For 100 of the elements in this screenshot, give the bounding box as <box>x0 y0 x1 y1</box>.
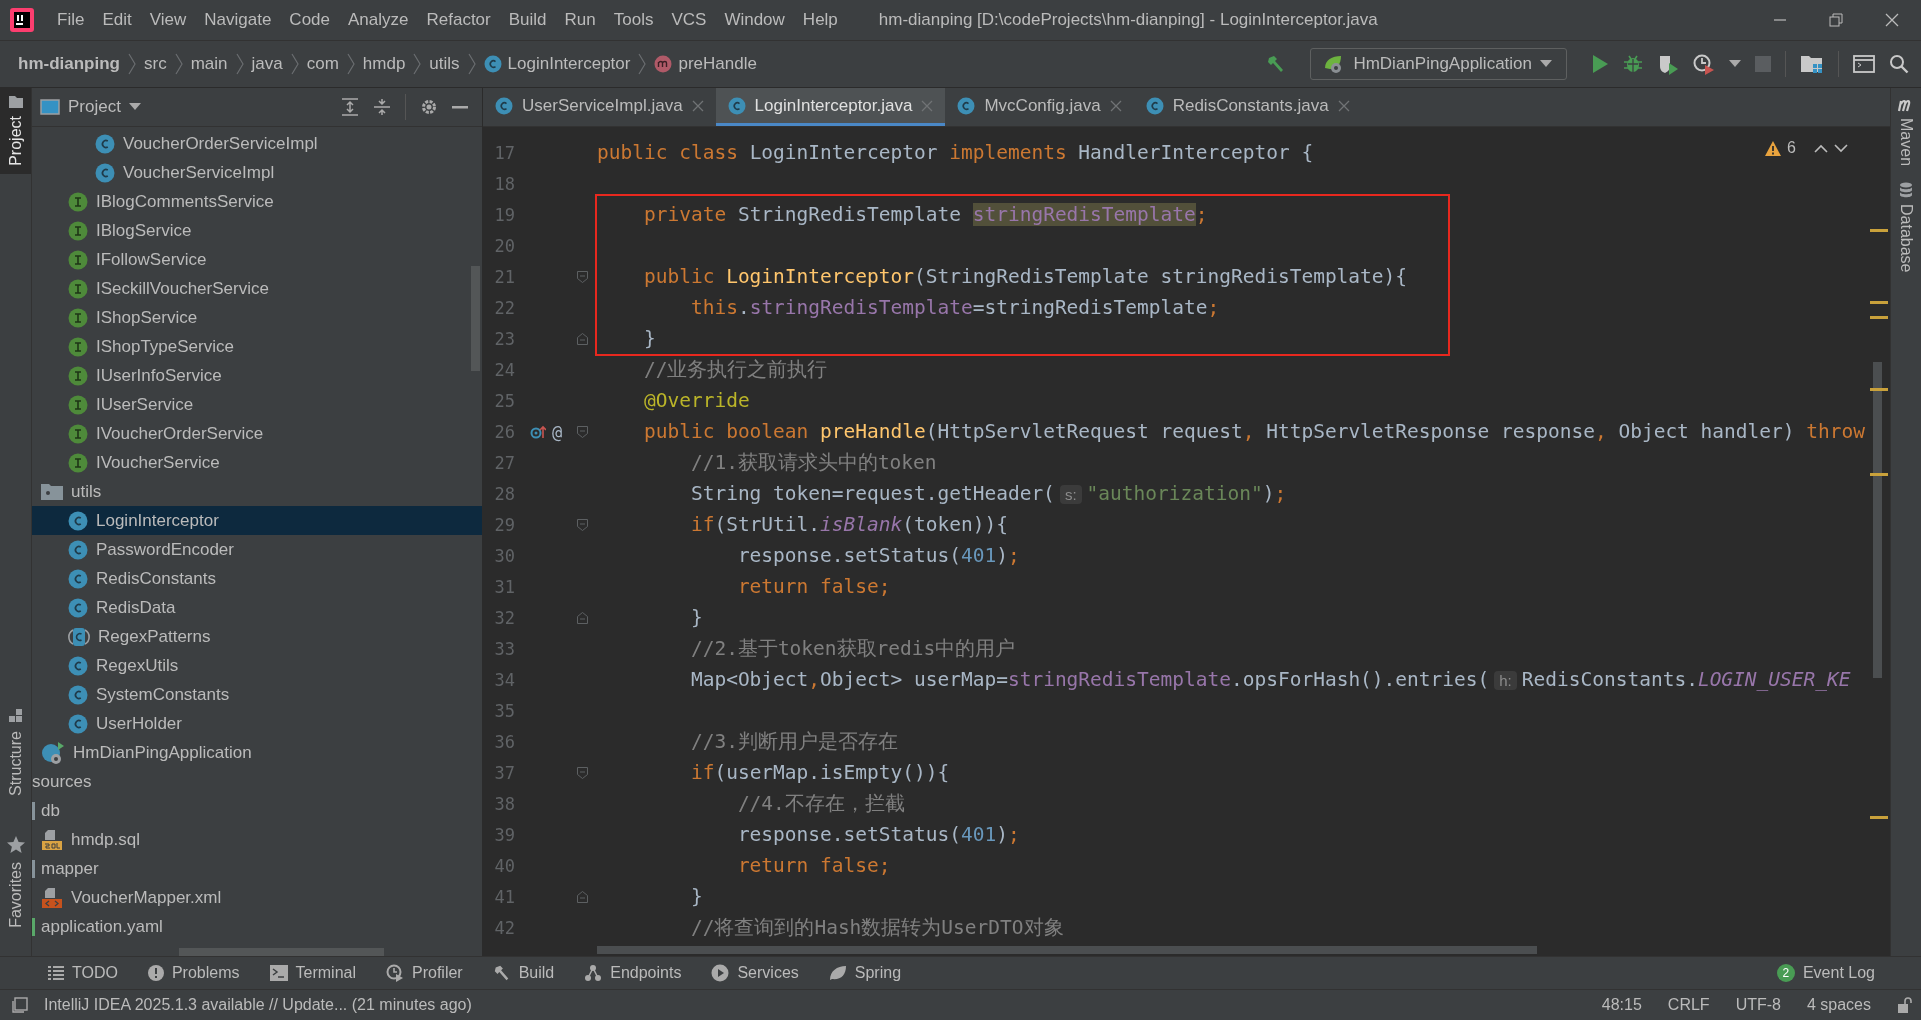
fold-icon[interactable] <box>577 270 588 283</box>
tree-item[interactable]: RedisData <box>32 593 482 622</box>
tree-item[interactable]: VoucherOrderServiceImpl <box>32 129 482 158</box>
collapse-all-icon[interactable] <box>373 98 391 116</box>
breadcrumb-item[interactable]: LoginInterceptor <box>483 54 631 74</box>
menu-item[interactable]: Code <box>280 5 339 35</box>
menu-item[interactable]: Edit <box>93 5 141 35</box>
tree-item[interactable]: IUserService <box>32 390 482 419</box>
tree-item[interactable]: IShopTypeService <box>32 332 482 361</box>
tree-item[interactable]: IUserInfoService <box>32 361 482 390</box>
scrollbar[interactable] <box>1873 362 1882 678</box>
editor-tab[interactable]: UserServiceImpl.java <box>483 88 716 126</box>
tree-item[interactable]: HmDianPingApplication <box>32 738 482 767</box>
tool-window-button[interactable]: Build <box>492 964 555 982</box>
status-message[interactable]: IntelliJ IDEA 2025.1.3 available // Update... (21 minutes ago) <box>44 996 472 1014</box>
tree-item[interactable]: IVoucherService <box>32 448 482 477</box>
menu-item[interactable]: Tools <box>604 5 663 35</box>
tree-item[interactable]: PasswordEncoder <box>32 535 482 564</box>
tree-item[interactable]: IVoucherOrderService <box>32 419 482 448</box>
editor-tab[interactable]: RedisConstants.java <box>1133 88 1362 126</box>
warning-icon[interactable] <box>1765 140 1782 156</box>
lock-icon[interactable] <box>1897 997 1913 1013</box>
tool-window-tab[interactable]: Structure <box>0 701 31 805</box>
tree-item[interactable]: application.yaml <box>32 912 482 941</box>
tool-window-button[interactable]: Endpoints <box>584 964 682 982</box>
tool-window-button[interactable]: Profiler <box>386 964 463 982</box>
tool-window-tab[interactable]: Database <box>1891 182 1921 273</box>
breadcrumb-item[interactable]: utils <box>429 54 460 74</box>
scrollbar[interactable] <box>179 948 384 956</box>
editor-tab[interactable]: MvcConfig.java <box>945 88 1134 126</box>
menu-item[interactable]: Window <box>715 5 794 35</box>
next-icon[interactable] <box>1834 143 1848 153</box>
tool-window-button[interactable]: Spring <box>828 964 902 982</box>
breadcrumb-item[interactable]: java <box>251 54 283 74</box>
override-marker-icon[interactable] <box>529 424 546 439</box>
tree-item[interactable]: RedisConstants <box>32 564 482 593</box>
tree-item[interactable]: LoginInterceptor <box>32 506 482 535</box>
menu-item[interactable]: VCS <box>662 5 716 35</box>
menu-item[interactable]: Run <box>555 5 605 35</box>
menu-item[interactable]: Refactor <box>417 5 500 35</box>
tree-item[interactable]: IBlogCommentsService <box>32 187 482 216</box>
bug-icon[interactable] <box>1623 54 1643 74</box>
tree-item[interactable]: mapper <box>32 854 482 883</box>
tree-item[interactable]: VoucherServiceImpl <box>32 158 482 187</box>
status-item[interactable]: CRLF <box>1667 996 1710 1014</box>
scrollbar[interactable] <box>597 946 1537 954</box>
event-log-button[interactable]: 2 Event Log <box>1776 964 1875 982</box>
hide-icon[interactable] <box>452 105 468 109</box>
tree-item[interactable]: utils <box>32 477 482 506</box>
tree-item[interactable]: VoucherMapper.xml <box>32 883 482 912</box>
restore-icon[interactable] <box>1829 13 1843 27</box>
tree-item[interactable]: RegexPatterns <box>32 622 482 651</box>
caret-icon[interactable] <box>1729 60 1741 68</box>
breadcrumb-item[interactable]: preHandle <box>654 54 757 74</box>
tree-item[interactable]: IFollowService <box>32 245 482 274</box>
window-icon[interactable] <box>1853 54 1875 74</box>
menu-item[interactable]: Navigate <box>195 5 281 35</box>
warning-count[interactable]: 6 <box>1787 139 1796 157</box>
breadcrumb-item[interactable]: src <box>144 54 167 74</box>
menu-item[interactable]: Build <box>499 5 556 35</box>
editor-tab[interactable]: LoginInterceptor.java <box>715 88 946 126</box>
tool-window-button[interactable]: Terminal <box>269 964 356 982</box>
breadcrumb-item[interactable]: hmdp <box>362 54 406 74</box>
breadcrumb-item[interactable]: main <box>190 54 228 74</box>
fold-icon[interactable] <box>577 611 588 624</box>
tool-window-tab[interactable]: Favorites <box>0 828 31 936</box>
status-item[interactable]: 48:15 <box>1601 996 1642 1014</box>
menu-item[interactable]: View <box>140 5 196 35</box>
annotation-marker[interactable]: @ <box>551 421 563 442</box>
breadcrumb-item[interactable]: com <box>306 54 339 74</box>
tree-item[interactable]: IShopService <box>32 303 482 332</box>
tree-item[interactable]: hmdp.sql <box>32 825 482 854</box>
close-icon[interactable] <box>1885 13 1899 27</box>
tool-window-button[interactable]: TODO <box>48 964 118 982</box>
tree-item[interactable]: db <box>32 796 482 825</box>
tree-item[interactable]: ISeckillVoucherService <box>32 274 482 303</box>
fold-icon[interactable] <box>577 890 588 903</box>
tree-item[interactable]: IBlogService <box>32 216 482 245</box>
tree-item[interactable]: sources <box>32 767 482 796</box>
menu-item[interactable]: Analyze <box>339 5 418 35</box>
tool-window-tab[interactable]: Maven <box>1891 98 1921 167</box>
previous-icon[interactable] <box>1814 143 1828 153</box>
tool-window-tab[interactable]: Project <box>0 88 31 174</box>
tree-item[interactable]: UserHolder <box>32 709 482 738</box>
coverage-icon[interactable] <box>1657 53 1679 75</box>
fold-icon[interactable] <box>577 518 588 531</box>
status-item[interactable]: 4 spaces <box>1806 996 1871 1014</box>
fold-icon[interactable] <box>577 425 588 438</box>
run-configuration-dropdown[interactable]: HmDianPingApplication <box>1310 48 1567 80</box>
menu-item[interactable]: Help <box>793 5 847 35</box>
menu-item[interactable]: File <box>48 5 94 35</box>
run-icon[interactable] <box>1591 54 1609 74</box>
breadcrumb-item[interactable]: hm-dianping <box>18 54 120 74</box>
tree-item[interactable]: SystemConstants <box>32 680 482 709</box>
settings-icon[interactable] <box>420 98 438 116</box>
fold-icon[interactable] <box>577 766 588 779</box>
tree-item[interactable]: RegexUtils <box>32 651 482 680</box>
fold-icon[interactable] <box>577 332 588 345</box>
tool-window-button[interactable]: Problems <box>147 964 240 982</box>
project-view-dropdown[interactable]: Project <box>40 97 141 117</box>
